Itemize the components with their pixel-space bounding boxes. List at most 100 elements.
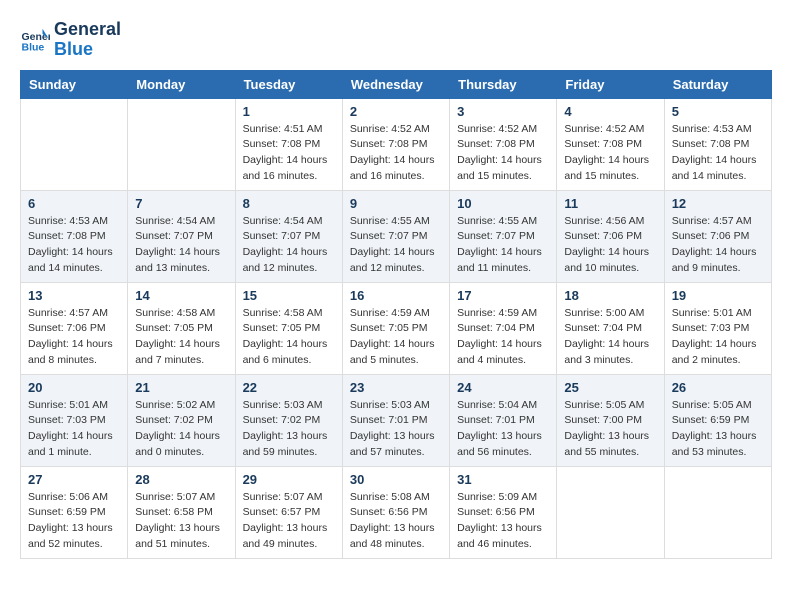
calendar-cell: 19 Sunrise: 5:01 AM Sunset: 7:03 PM Dayli… bbox=[664, 282, 771, 374]
day-info: Sunrise: 4:52 AM Sunset: 7:08 PM Dayligh… bbox=[564, 122, 656, 185]
calendar-cell: 21Sunrise: 5:02 AM Sunset: 7:02 PM Dayli… bbox=[128, 374, 235, 466]
day-info: Sunrise: 5:02 AM Sunset: 7:02 PM Dayligh… bbox=[135, 398, 227, 461]
day-number: 12 bbox=[672, 196, 764, 211]
day-info: Sunrise: 5:09 AM Sunset: 6:56 PM Dayligh… bbox=[457, 490, 549, 553]
calendar-cell: 10Sunrise: 4:55 AM Sunset: 7:07 PM Dayli… bbox=[450, 190, 557, 282]
calendar-cell: 12 Sunrise: 4:57 AM Sunset: 7:06 PM Dayli… bbox=[664, 190, 771, 282]
day-number: 18 bbox=[564, 288, 656, 303]
day-info: Sunrise: 5:00 AM Sunset: 7:04 PM Dayligh… bbox=[564, 306, 656, 369]
calendar-cell: 14Sunrise: 4:58 AM Sunset: 7:05 PM Dayli… bbox=[128, 282, 235, 374]
day-info: Sunrise: 4:54 AM Sunset: 7:07 PM Dayligh… bbox=[135, 214, 227, 277]
calendar-cell: 16 Sunrise: 4:59 AM Sunset: 7:05 PM Dayli… bbox=[342, 282, 449, 374]
day-number: 10 bbox=[457, 196, 549, 211]
calendar-week-row: 13 Sunrise: 4:57 AM Sunset: 7:06 PM Dayli… bbox=[21, 282, 772, 374]
calendar-cell: 29 Sunrise: 5:07 AM Sunset: 6:57 PM Dayli… bbox=[235, 466, 342, 558]
day-info: Sunrise: 5:03 AM Sunset: 7:02 PM Dayligh… bbox=[243, 398, 335, 461]
calendar-cell: 25 Sunrise: 5:05 AM Sunset: 7:00 PM Dayli… bbox=[557, 374, 664, 466]
column-header-friday: Friday bbox=[557, 70, 664, 98]
day-number: 17 bbox=[457, 288, 549, 303]
calendar-cell: 6 Sunrise: 4:53 AM Sunset: 7:08 PM Daylig… bbox=[21, 190, 128, 282]
day-info: Sunrise: 4:56 AM Sunset: 7:06 PM Dayligh… bbox=[564, 214, 656, 277]
svg-text:Blue: Blue bbox=[22, 41, 45, 53]
column-header-thursday: Thursday bbox=[450, 70, 557, 98]
day-number: 29 bbox=[243, 472, 335, 487]
column-header-sunday: Sunday bbox=[21, 70, 128, 98]
day-number: 30 bbox=[350, 472, 442, 487]
calendar-cell bbox=[128, 98, 235, 190]
calendar-cell: 27 Sunrise: 5:06 AM Sunset: 6:59 PM Dayli… bbox=[21, 466, 128, 558]
day-info: Sunrise: 4:59 AM Sunset: 7:05 PM Dayligh… bbox=[350, 306, 442, 369]
day-number: 28 bbox=[135, 472, 227, 487]
day-number: 23 bbox=[350, 380, 442, 395]
calendar-cell bbox=[21, 98, 128, 190]
calendar-cell: 23 Sunrise: 5:03 AM Sunset: 7:01 PM Dayli… bbox=[342, 374, 449, 466]
day-number: 9 bbox=[350, 196, 442, 211]
day-number: 2 bbox=[350, 104, 442, 119]
calendar-header-row: SundayMondayTuesdayWednesdayThursdayFrid… bbox=[21, 70, 772, 98]
day-number: 31 bbox=[457, 472, 549, 487]
calendar-cell: 22 Sunrise: 5:03 AM Sunset: 7:02 PM Dayli… bbox=[235, 374, 342, 466]
column-header-monday: Monday bbox=[128, 70, 235, 98]
day-number: 22 bbox=[243, 380, 335, 395]
day-info: Sunrise: 5:07 AM Sunset: 6:58 PM Dayligh… bbox=[135, 490, 227, 553]
day-info: Sunrise: 5:04 AM Sunset: 7:01 PM Dayligh… bbox=[457, 398, 549, 461]
day-number: 24 bbox=[457, 380, 549, 395]
day-info: Sunrise: 4:57 AM Sunset: 7:06 PM Dayligh… bbox=[28, 306, 120, 369]
day-number: 27 bbox=[28, 472, 120, 487]
day-info: Sunrise: 4:55 AM Sunset: 7:07 PM Dayligh… bbox=[350, 214, 442, 277]
day-info: Sunrise: 4:53 AM Sunset: 7:08 PM Dayligh… bbox=[28, 214, 120, 277]
logo-icon: General Blue bbox=[20, 25, 50, 55]
day-number: 11 bbox=[564, 196, 656, 211]
day-info: Sunrise: 5:05 AM Sunset: 6:59 PM Dayligh… bbox=[672, 398, 764, 461]
day-number: 1 bbox=[243, 104, 335, 119]
day-info: Sunrise: 4:57 AM Sunset: 7:06 PM Dayligh… bbox=[672, 214, 764, 277]
calendar-cell: 18 Sunrise: 5:00 AM Sunset: 7:04 PM Dayli… bbox=[557, 282, 664, 374]
day-number: 6 bbox=[28, 196, 120, 211]
calendar-cell: 15 Sunrise: 4:58 AM Sunset: 7:05 PM Dayli… bbox=[235, 282, 342, 374]
calendar-cell: 20 Sunrise: 5:01 AM Sunset: 7:03 PM Dayli… bbox=[21, 374, 128, 466]
calendar-cell: 3 Sunrise: 4:52 AM Sunset: 7:08 PM Daylig… bbox=[450, 98, 557, 190]
calendar-cell: 13 Sunrise: 4:57 AM Sunset: 7:06 PM Dayli… bbox=[21, 282, 128, 374]
day-info: Sunrise: 4:51 AM Sunset: 7:08 PM Dayligh… bbox=[243, 122, 335, 185]
calendar-cell: 4Sunrise: 4:52 AM Sunset: 7:08 PM Daylig… bbox=[557, 98, 664, 190]
header: General Blue General Blue bbox=[20, 20, 772, 60]
day-info: Sunrise: 5:07 AM Sunset: 6:57 PM Dayligh… bbox=[243, 490, 335, 553]
day-info: Sunrise: 5:05 AM Sunset: 7:00 PM Dayligh… bbox=[564, 398, 656, 461]
day-number: 13 bbox=[28, 288, 120, 303]
column-header-tuesday: Tuesday bbox=[235, 70, 342, 98]
column-header-saturday: Saturday bbox=[664, 70, 771, 98]
calendar-cell bbox=[557, 466, 664, 558]
day-number: 20 bbox=[28, 380, 120, 395]
calendar-cell: 17 Sunrise: 4:59 AM Sunset: 7:04 PM Dayli… bbox=[450, 282, 557, 374]
day-info: Sunrise: 5:06 AM Sunset: 6:59 PM Dayligh… bbox=[28, 490, 120, 553]
logo: General Blue General Blue bbox=[20, 20, 121, 60]
calendar-week-row: 27 Sunrise: 5:06 AM Sunset: 6:59 PM Dayli… bbox=[21, 466, 772, 558]
day-number: 15 bbox=[243, 288, 335, 303]
day-number: 7 bbox=[135, 196, 227, 211]
day-info: Sunrise: 5:01 AM Sunset: 7:03 PM Dayligh… bbox=[672, 306, 764, 369]
calendar-cell: 7 Sunrise: 4:54 AM Sunset: 7:07 PM Daylig… bbox=[128, 190, 235, 282]
calendar-cell: 11 Sunrise: 4:56 AM Sunset: 7:06 PM Dayli… bbox=[557, 190, 664, 282]
column-header-wednesday: Wednesday bbox=[342, 70, 449, 98]
calendar-cell: 26 Sunrise: 5:05 AM Sunset: 6:59 PM Dayli… bbox=[664, 374, 771, 466]
day-info: Sunrise: 4:52 AM Sunset: 7:08 PM Dayligh… bbox=[457, 122, 549, 185]
calendar-cell: 28 Sunrise: 5:07 AM Sunset: 6:58 PM Dayli… bbox=[128, 466, 235, 558]
day-info: Sunrise: 4:58 AM Sunset: 7:05 PM Dayligh… bbox=[243, 306, 335, 369]
day-info: Sunrise: 4:54 AM Sunset: 7:07 PM Dayligh… bbox=[243, 214, 335, 277]
day-number: 19 bbox=[672, 288, 764, 303]
day-info: Sunrise: 5:03 AM Sunset: 7:01 PM Dayligh… bbox=[350, 398, 442, 461]
calendar-cell: 1 Sunrise: 4:51 AM Sunset: 7:08 PM Daylig… bbox=[235, 98, 342, 190]
day-number: 25 bbox=[564, 380, 656, 395]
day-info: Sunrise: 4:52 AM Sunset: 7:08 PM Dayligh… bbox=[350, 122, 442, 185]
calendar-cell: 5Sunrise: 4:53 AM Sunset: 7:08 PM Daylig… bbox=[664, 98, 771, 190]
day-info: Sunrise: 5:01 AM Sunset: 7:03 PM Dayligh… bbox=[28, 398, 120, 461]
day-info: Sunrise: 5:08 AM Sunset: 6:56 PM Dayligh… bbox=[350, 490, 442, 553]
day-number: 3 bbox=[457, 104, 549, 119]
day-info: Sunrise: 4:59 AM Sunset: 7:04 PM Dayligh… bbox=[457, 306, 549, 369]
calendar-cell: 2 Sunrise: 4:52 AM Sunset: 7:08 PM Daylig… bbox=[342, 98, 449, 190]
day-number: 26 bbox=[672, 380, 764, 395]
calendar-table: SundayMondayTuesdayWednesdayThursdayFrid… bbox=[20, 70, 772, 559]
day-number: 5 bbox=[672, 104, 764, 119]
day-number: 16 bbox=[350, 288, 442, 303]
calendar-cell: 9 Sunrise: 4:55 AM Sunset: 7:07 PM Daylig… bbox=[342, 190, 449, 282]
